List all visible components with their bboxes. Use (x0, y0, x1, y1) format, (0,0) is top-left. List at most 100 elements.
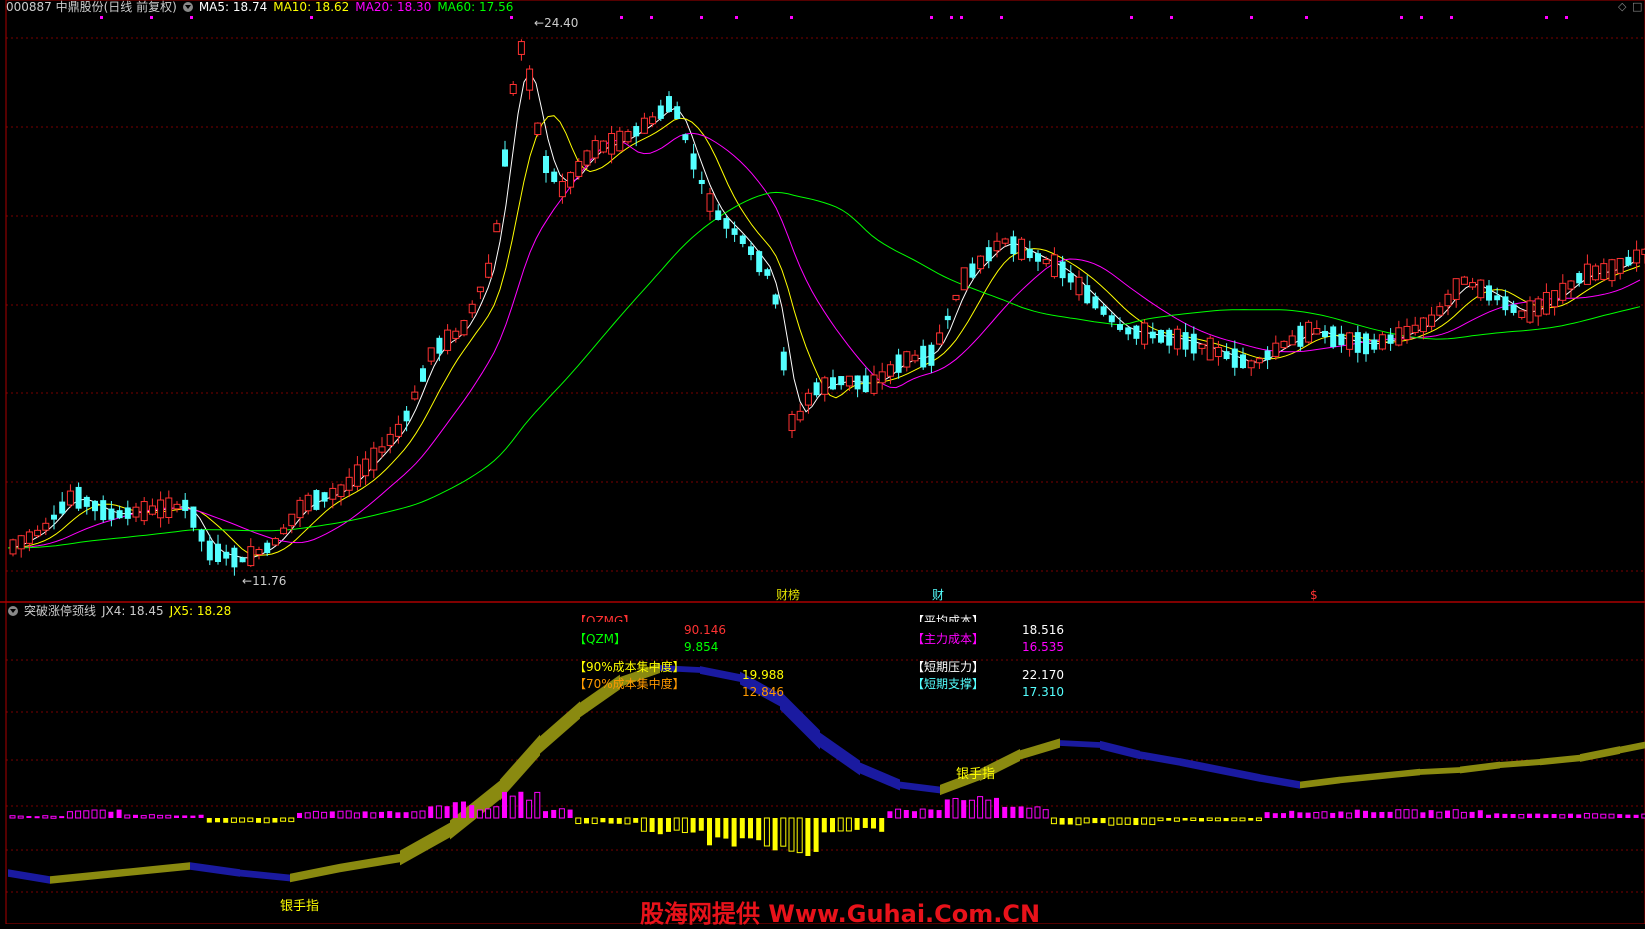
candle-body-down (1338, 333, 1345, 346)
top-marker-dot (1420, 16, 1423, 19)
stock-title[interactable]: 000887 中鼎股份(日线 前复权) (6, 0, 177, 14)
histogram-bar-hollow (1403, 809, 1410, 819)
chart-canvas[interactable] (0, 0, 1645, 924)
histogram-bar (616, 818, 622, 824)
candle-body-down (633, 126, 640, 137)
candle-body-up (558, 181, 566, 198)
band-segment (1100, 740, 1140, 760)
top-marker-dot (100, 16, 103, 19)
candle-body-up (370, 447, 378, 471)
candle-body-up (25, 531, 33, 544)
candle-body-down (1387, 334, 1394, 344)
finance-marker-1[interactable]: 财榜 (776, 588, 800, 602)
histogram-bar (1059, 818, 1065, 825)
candle-body-up (1592, 265, 1600, 281)
candle-body-down (551, 171, 558, 182)
histogram-bar-hollow (526, 799, 533, 819)
finance-marker-2[interactable]: 财 (932, 588, 944, 602)
histogram-bar (871, 818, 876, 829)
indicator-name[interactable]: 突破涨停颈线 (24, 604, 96, 618)
corner-diamond-icon[interactable]: ◇ (1618, 0, 1626, 13)
histogram-bar (1543, 814, 1549, 818)
indicator-dropdown-icon[interactable] (8, 606, 18, 616)
candle-body-up (1346, 332, 1354, 350)
band-segment (1220, 766, 1260, 782)
candle-body-up (788, 413, 796, 432)
histogram-bar-hollow (1141, 817, 1148, 825)
candle-body-down (1084, 285, 1091, 304)
top-marker-dot (1450, 16, 1453, 19)
candle-body-down (715, 210, 722, 220)
histogram-bar (116, 809, 122, 818)
candle-body-down (748, 246, 754, 255)
histogram-bar-hollow (1214, 817, 1221, 822)
band-segment (1460, 761, 1500, 774)
histogram-bar (731, 818, 737, 847)
histogram-bar-hollow (575, 817, 582, 825)
candle-body-up (1477, 279, 1485, 299)
candle-body-down (1330, 326, 1337, 348)
histogram-bar-hollow (1173, 817, 1180, 822)
candle-body-down (690, 153, 697, 170)
band-segment (900, 781, 940, 794)
band-segment (120, 862, 190, 877)
histogram-bar (912, 811, 917, 818)
short-support-value: 17.310 (1022, 685, 1064, 699)
band-segment (1340, 772, 1380, 784)
histogram-bar-hollow (17, 815, 24, 819)
candle-body-down (682, 134, 689, 141)
histogram-bar (297, 812, 302, 818)
histogram-bar (1199, 818, 1204, 822)
candle-body-up (804, 392, 812, 406)
candle-body-up (599, 140, 607, 153)
corner-window-icon[interactable]: □ (1632, 0, 1642, 13)
top-marker-dot (190, 16, 193, 19)
histogram-bar (698, 818, 704, 831)
histogram-bar (428, 806, 434, 818)
candle-body-up (1075, 276, 1083, 296)
histogram-bar-hollow (124, 814, 131, 819)
band-segment (780, 690, 820, 750)
histogram-bar-hollow (968, 799, 975, 819)
candle-body-down (206, 540, 213, 561)
candle-body-up (1444, 293, 1452, 307)
histogram-bar (1002, 806, 1008, 818)
candle-body-down (239, 557, 246, 563)
candle-body-up (140, 501, 148, 522)
candle-body-down (780, 351, 787, 371)
candle-body-down (215, 543, 221, 562)
settings-dropdown-icon[interactable] (182, 2, 193, 12)
candle-body-up (1198, 343, 1206, 349)
candle-body-up (575, 160, 583, 177)
candle-body-up (1559, 282, 1567, 301)
dollar-marker[interactable]: $ (1310, 588, 1318, 602)
candle-body-up (1141, 322, 1149, 345)
histogram-bar (1568, 813, 1573, 818)
band-segment (240, 869, 290, 882)
candle-body-up (1288, 335, 1296, 346)
histogram-bar-hollow (1608, 813, 1615, 819)
histogram-bar-hollow (1559, 814, 1566, 819)
candle-body-up (485, 262, 493, 278)
candle-body-up (247, 546, 255, 567)
candle-body-up (1534, 298, 1542, 317)
histogram-bar-hollow (780, 817, 787, 847)
candle-body-down (756, 251, 763, 273)
histogram-bar (379, 811, 384, 818)
histogram-bar-hollow (476, 809, 483, 819)
candle-body-up (1551, 290, 1559, 308)
candle-body-down (198, 529, 205, 542)
band-segment (190, 862, 240, 877)
candle-body-up (1173, 328, 1181, 350)
histogram-bar-hollow (1436, 811, 1443, 819)
candle-body-up (353, 464, 361, 487)
candle-body-up (1050, 254, 1058, 278)
histogram-bar (174, 815, 179, 818)
candle-body-down (731, 228, 738, 235)
histogram-bar (1092, 818, 1098, 824)
ma60-line (7, 191, 1641, 549)
candle-body-up (362, 458, 370, 477)
top-marker-dot (620, 16, 623, 19)
histogram-bar-hollow (9, 815, 16, 819)
candle-body-up (165, 497, 173, 518)
